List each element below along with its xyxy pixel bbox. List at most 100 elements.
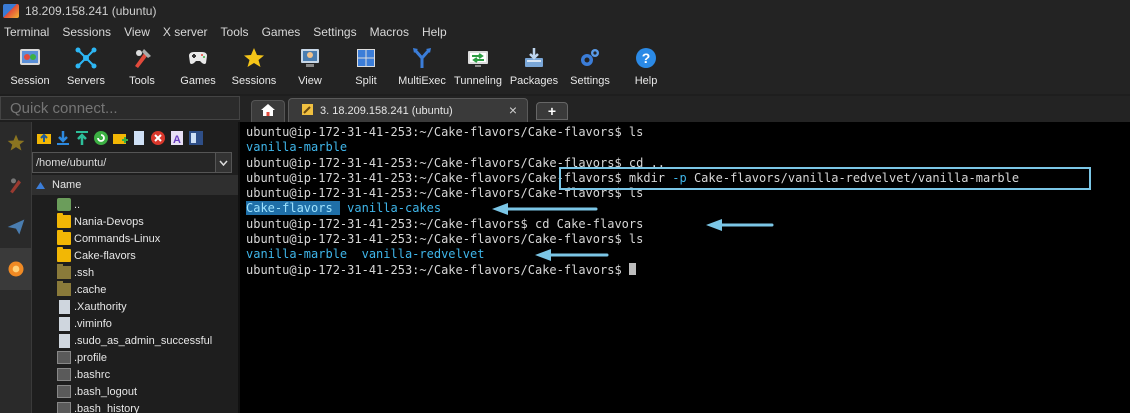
follow-terminal-icon[interactable] xyxy=(188,130,204,146)
ssh-key-icon xyxy=(301,103,314,119)
terminal-line: ubuntu@ip-172-31-41-253:~/Cake-flavors$ … xyxy=(246,216,644,231)
new-file-icon[interactable] xyxy=(131,130,147,146)
annotation-arrow-icon xyxy=(706,219,774,231)
view-button[interactable]: View xyxy=(282,42,338,87)
help-button[interactable]: ? Help xyxy=(618,42,674,87)
script-file-icon xyxy=(57,351,71,364)
column-header-name[interactable]: Name xyxy=(32,175,238,195)
sftp-file-browser: A Name .. Nania-Devops Commands-Linux Ca… xyxy=(32,122,238,413)
settings-button[interactable]: Settings xyxy=(562,42,618,87)
servers-icon xyxy=(73,46,99,70)
svg-text:?: ? xyxy=(642,50,651,66)
home-tab[interactable] xyxy=(251,100,285,122)
terminal-line: Cake-flavors vanilla-cakes xyxy=(246,201,442,216)
menu-macros[interactable]: Macros xyxy=(370,25,409,39)
hidden-folder-icon xyxy=(57,281,71,296)
terminal-line: ubuntu@ip-172-31-41-253:~/Cake-flavors/C… xyxy=(246,262,1130,278)
new-folder-icon[interactable] xyxy=(112,130,128,146)
delete-icon[interactable] xyxy=(150,130,166,146)
sidebar-tab-sftp[interactable] xyxy=(0,248,32,290)
folder-up-icon[interactable] xyxy=(36,130,52,146)
sidebar-tab-macros[interactable] xyxy=(0,206,32,248)
list-item[interactable]: Commands-Linux xyxy=(32,230,238,247)
annotation-arrow-icon xyxy=(492,203,598,215)
list-item[interactable]: Nania-Devops xyxy=(32,213,238,230)
multiexec-button[interactable]: MultiExec xyxy=(394,42,450,87)
menu-tools[interactable]: Tools xyxy=(221,25,249,39)
window-title: 18.209.158.241 (ubuntu) xyxy=(25,4,157,18)
terminal-cursor xyxy=(628,262,636,275)
tunneling-button[interactable]: Tunneling xyxy=(450,42,506,87)
tab-session-label: 3. 18.209.158.241 (ubuntu) xyxy=(320,104,453,117)
script-file-icon xyxy=(57,368,71,381)
tab-close-icon[interactable]: × xyxy=(509,102,517,118)
parent-folder-icon xyxy=(57,198,71,211)
sidebar-tab-tools[interactable] xyxy=(0,164,32,206)
list-item[interactable]: .sudo_as_admin_successful xyxy=(32,332,238,349)
main-toolbar: Session Servers Tools Games Sessions Vie… xyxy=(0,42,1130,94)
file-icon xyxy=(59,333,70,348)
refresh-icon[interactable] xyxy=(93,130,109,146)
file-icon xyxy=(59,299,70,314)
sidebar-tab-strip xyxy=(0,122,32,413)
rename-icon[interactable]: A xyxy=(169,130,185,146)
menu-help[interactable]: Help xyxy=(422,25,447,39)
folder-icon xyxy=(57,213,71,228)
sessions-button[interactable]: Sessions xyxy=(226,42,282,87)
file-list: .. Nania-Devops Commands-Linux Cake-flav… xyxy=(32,196,238,413)
help-icon: ? xyxy=(633,46,659,70)
list-item[interactable]: .cache xyxy=(32,281,238,298)
packages-button[interactable]: Packages xyxy=(506,42,562,87)
list-item[interactable]: Cake-flavors xyxy=(32,247,238,264)
path-input[interactable] xyxy=(33,153,215,172)
tools-icon xyxy=(129,46,155,70)
star-icon xyxy=(241,46,267,70)
folder-icon xyxy=(57,230,71,245)
servers-button[interactable]: Servers xyxy=(58,42,114,87)
terminal-pane[interactable]: ubuntu@ip-172-31-41-253:~/Cake-flavors/C… xyxy=(240,122,1130,413)
tools-icon xyxy=(10,178,21,194)
sidebar-tab-sessions[interactable] xyxy=(0,122,32,164)
games-button[interactable]: Games xyxy=(170,42,226,87)
split-button[interactable]: Split xyxy=(338,42,394,87)
folder-icon xyxy=(57,247,71,262)
settings-icon xyxy=(577,46,603,70)
list-item[interactable]: .bashrc xyxy=(32,366,238,383)
chevron-down-icon[interactable] xyxy=(215,153,231,172)
quick-connect-input[interactable] xyxy=(1,97,239,119)
list-item[interactable]: .viminfo xyxy=(32,315,238,332)
list-item[interactable]: .profile xyxy=(32,349,238,366)
tools-button[interactable]: Tools xyxy=(114,42,170,87)
tunneling-icon xyxy=(465,46,491,70)
terminal-line: ubuntu@ip-172-31-41-253:~/Cake-flavors/C… xyxy=(246,232,644,247)
list-item[interactable]: .bash_history xyxy=(32,400,238,413)
script-file-icon xyxy=(57,385,71,398)
tab-session-3[interactable]: 3. 18.209.158.241 (ubuntu) × xyxy=(288,98,528,122)
hidden-folder-icon xyxy=(57,264,71,279)
menu-sessions[interactable]: Sessions xyxy=(62,25,111,39)
list-item[interactable]: .Xauthority xyxy=(32,298,238,315)
svg-text:A: A xyxy=(173,134,181,146)
file-icon xyxy=(59,316,70,331)
menu-games[interactable]: Games xyxy=(262,25,301,39)
file-browser-toolbar: A xyxy=(32,122,238,153)
list-item[interactable]: .. xyxy=(32,196,238,213)
session-button[interactable]: Session xyxy=(2,42,58,87)
menu-settings[interactable]: Settings xyxy=(313,25,356,39)
home-icon xyxy=(260,103,276,120)
selected-text: Cake-flavors xyxy=(246,201,333,216)
download-icon[interactable] xyxy=(55,130,71,146)
menu-view[interactable]: View xyxy=(124,25,150,39)
script-file-icon xyxy=(57,402,71,413)
games-icon xyxy=(185,46,211,70)
list-item[interactable]: .bash_logout xyxy=(32,383,238,400)
new-tab-button[interactable]: + xyxy=(536,102,568,120)
terminal-line: vanilla-marble xyxy=(246,140,348,155)
menu-xserver[interactable]: X server xyxy=(163,25,208,39)
terminal-line: ubuntu@ip-172-31-41-253:~/Cake-flavors/C… xyxy=(246,125,644,139)
upload-icon[interactable] xyxy=(74,130,90,146)
mobaxterm-logo-icon xyxy=(3,4,19,18)
menu-terminal[interactable]: Terminal xyxy=(4,25,49,39)
path-bar xyxy=(32,152,232,173)
list-item[interactable]: .ssh xyxy=(32,264,238,281)
